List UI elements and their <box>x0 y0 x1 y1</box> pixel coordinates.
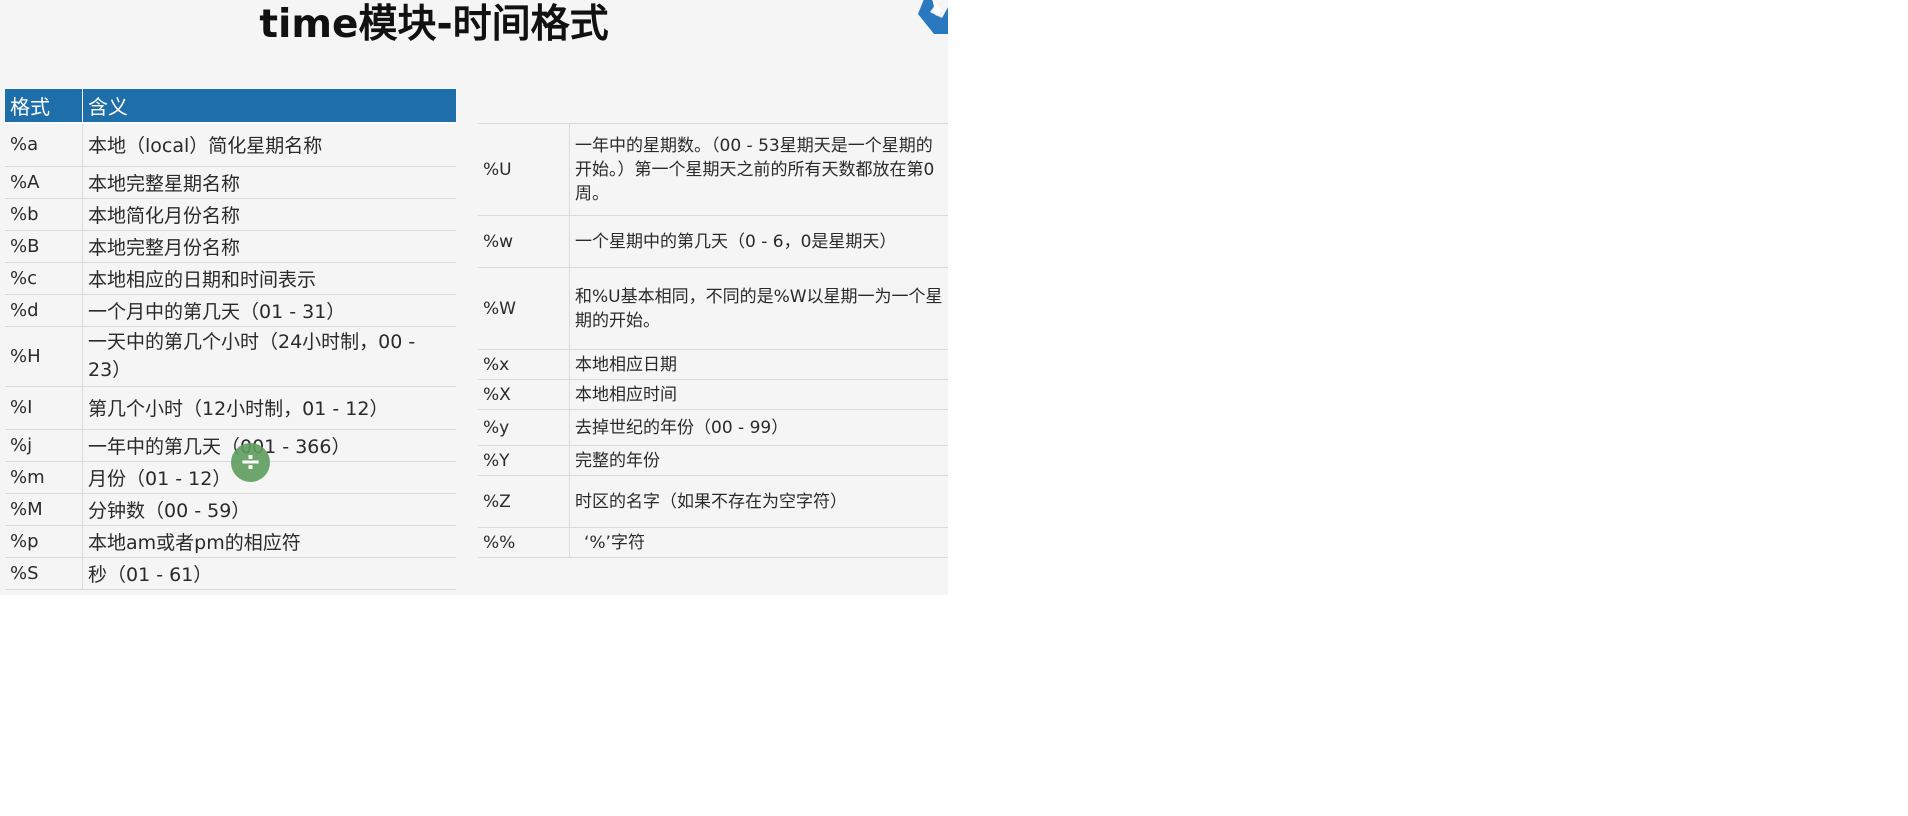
table-row: %b 本地简化月份名称 <box>5 198 456 231</box>
table-row: %y 去掉世纪的年份（00 - 99） <box>478 409 948 446</box>
table-row: %Z 时区的名字（如果不存在为空字符） <box>478 475 948 528</box>
logo-icon <box>918 0 948 34</box>
table-row: %S 秒（01 - 61） <box>5 557 456 590</box>
format-meaning: 第几个小时（12小时制，01 - 12） <box>82 386 456 430</box>
format-meaning: 一年中的星期数。（00 - 53星期天是一个星期的开始。）第一个星期天之前的所有… <box>569 123 948 216</box>
table-row: %j 一年中的第几天（001 - 366） <box>5 429 456 462</box>
table-row: %U 一年中的星期数。（00 - 53星期天是一个星期的开始。）第一个星期天之前… <box>478 123 948 216</box>
table-row: %c 本地相应的日期和时间表示 <box>5 262 456 295</box>
format-meaning: 本地相应的日期和时间表示 <box>82 262 456 295</box>
table-row: %Y 完整的年份 <box>478 445 948 476</box>
format-code: %x <box>478 349 570 380</box>
format-code: %X <box>478 379 570 410</box>
format-code: %H <box>5 326 83 387</box>
format-code: %j <box>5 429 83 462</box>
format-code: %w <box>478 215 570 268</box>
header-meaning: 含义 <box>82 89 456 124</box>
header-format: 格式 <box>5 89 83 124</box>
format-meaning: 一个月中的第几天（01 - 31） <box>82 294 456 327</box>
format-code: %S <box>5 557 83 590</box>
format-code: %B <box>5 230 83 263</box>
format-code: %c <box>5 262 83 295</box>
format-meaning: 本地完整星期名称 <box>82 166 456 199</box>
format-code: %p <box>5 525 83 558</box>
format-code: %d <box>5 294 83 327</box>
format-code: %U <box>478 123 570 216</box>
format-meaning: 本地相应日期 <box>569 349 948 380</box>
format-code: %I <box>5 386 83 430</box>
format-meaning: 本地相应时间 <box>569 379 948 410</box>
table-row: %% ‘%’字符 <box>478 527 948 558</box>
format-meaning: 秒（01 - 61） <box>82 557 456 590</box>
table-row: %I 第几个小时（12小时制，01 - 12） <box>5 386 456 430</box>
format-meaning: 和%U基本相同，不同的是%W以星期一为一个星期的开始。 <box>569 267 948 350</box>
format-meaning: 本地（local）简化星期名称 <box>82 123 456 167</box>
format-meaning: 本地完整月份名称 <box>82 230 456 263</box>
table-row: %a 本地（local）简化星期名称 <box>5 123 456 167</box>
table-row: %A 本地完整星期名称 <box>5 166 456 199</box>
slide: time模块-时间格式 格式 含义 %a 本地（local）简化星期名称 %A … <box>0 0 948 595</box>
table-header-row: 格式 含义 <box>5 89 456 124</box>
format-code: %A <box>5 166 83 199</box>
format-code: %Z <box>478 475 570 528</box>
table-row: %B 本地完整月份名称 <box>5 230 456 263</box>
format-meaning: ‘%’字符 <box>569 527 948 558</box>
table-row: %X 本地相应时间 <box>478 379 948 410</box>
format-code: %m <box>5 461 83 494</box>
table-row: %x 本地相应日期 <box>478 349 948 380</box>
table-row: %d 一个月中的第几天（01 - 31） <box>5 294 456 327</box>
format-meaning: 完整的年份 <box>569 445 948 476</box>
format-meaning: 一天中的第几个小时（24小时制，00 - 23） <box>82 326 456 387</box>
format-meaning: 本地am或者pm的相应符 <box>82 525 456 558</box>
format-meaning: 去掉世纪的年份（00 - 99） <box>569 409 948 446</box>
format-code: %W <box>478 267 570 350</box>
format-code: %b <box>5 198 83 231</box>
format-code: %M <box>5 493 83 526</box>
table-row: %W 和%U基本相同，不同的是%W以星期一为一个星期的开始。 <box>478 267 948 350</box>
format-code: %% <box>478 527 570 558</box>
table-row: %w 一个星期中的第几天（0 - 6，0是星期天） <box>478 215 948 268</box>
format-code: %Y <box>478 445 570 476</box>
table-row: %H 一天中的第几个小时（24小时制，00 - 23） <box>5 326 456 387</box>
format-meaning: 时区的名字（如果不存在为空字符） <box>569 475 948 528</box>
table-row: %M 分钟数（00 - 59） <box>5 493 456 526</box>
format-meaning: 一个星期中的第几天（0 - 6，0是星期天） <box>569 215 948 268</box>
format-meaning: 分钟数（00 - 59） <box>82 493 456 526</box>
format-code: %a <box>5 123 83 167</box>
slide-title: time模块-时间格式 <box>259 2 609 47</box>
format-meaning: 本地简化月份名称 <box>82 198 456 231</box>
format-code: %y <box>478 409 570 446</box>
format-table-right: %U 一年中的星期数。（00 - 53星期天是一个星期的开始。）第一个星期天之前… <box>478 123 948 558</box>
format-table-left: 格式 含义 %a 本地（local）简化星期名称 %A 本地完整星期名称 %b … <box>5 89 456 590</box>
divide-cursor-icon: ÷ <box>231 443 270 482</box>
table-row: %p 本地am或者pm的相应符 <box>5 525 456 558</box>
